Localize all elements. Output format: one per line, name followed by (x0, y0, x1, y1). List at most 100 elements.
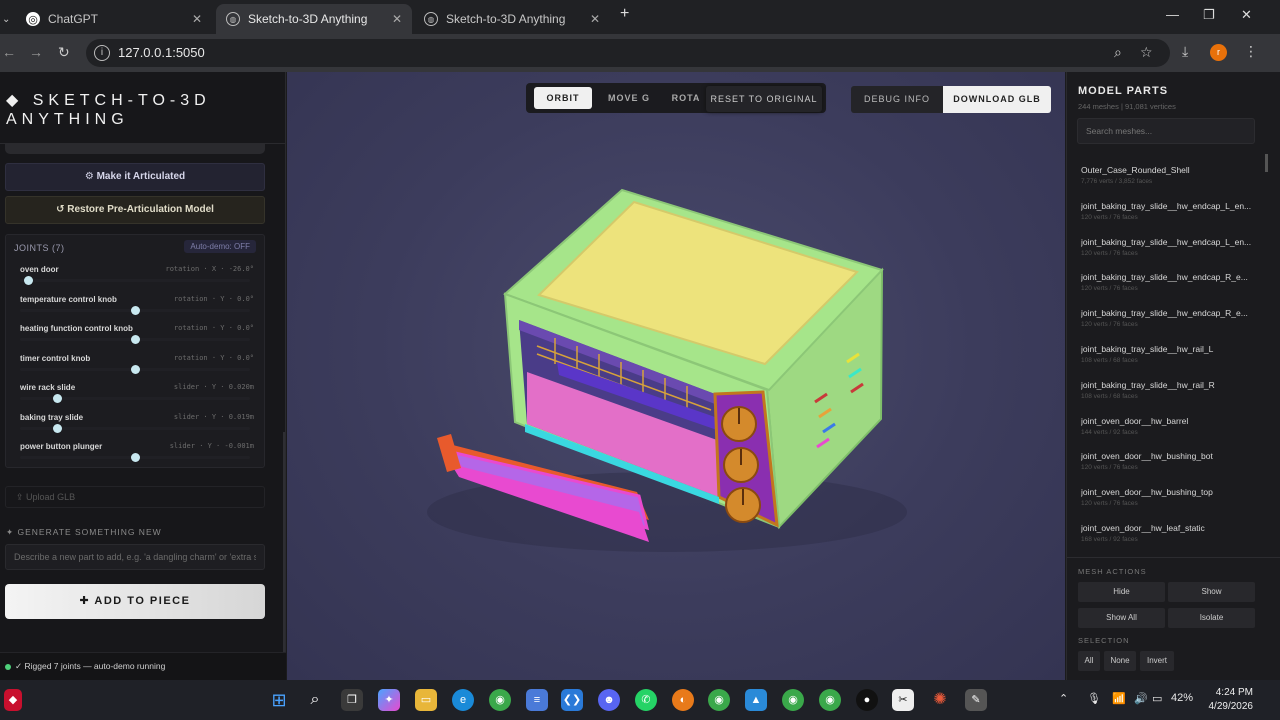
list-item[interactable]: joint_oven_door__hw_barrel 144 verts / 92… (1073, 407, 1265, 443)
back-icon[interactable]: ← (2, 44, 16, 60)
make-articulated-button[interactable]: ⚙ Make it Articulated (5, 163, 265, 191)
joint-slider-handle[interactable] (130, 364, 140, 374)
start-icon[interactable]: ⊞ (268, 689, 290, 711)
task-view-icon[interactable]: ❐ (341, 689, 363, 711)
joint-slider-handle[interactable] (130, 335, 140, 344)
new-tab-button[interactable]: + (620, 5, 629, 23)
list-item[interactable]: joint_baking_tray_slide__hw_endcap_L_en.… (1073, 192, 1265, 228)
brand-line-2: ANYTHING (6, 111, 129, 128)
auto-demo-toggle[interactable]: Auto-demo: OFF (184, 240, 256, 253)
generate-title: ✦ GENERATE SOMETHING NEW (6, 527, 162, 537)
mesh-name: joint_baking_tray_slide__hw_endcap_L_en.… (1081, 236, 1252, 247)
copilot-icon[interactable]: ✦ (378, 689, 400, 711)
oven-model[interactable] (287, 72, 1065, 680)
discord-icon[interactable]: ☻ (598, 689, 620, 711)
download-glb-button[interactable]: DOWNLOAD GLB (943, 86, 1051, 113)
select-all-button[interactable]: All (1078, 651, 1100, 671)
list-item[interactable]: joint_oven_door__hw_bushing_bot 120 verts… (1073, 442, 1265, 478)
chrome-active-icon[interactable]: ◉ (708, 689, 730, 711)
bookmark-star-icon[interactable]: ☆ (1140, 44, 1153, 61)
joint-slider-handle[interactable] (130, 453, 140, 462)
battery-icon[interactable]: ▭ (1152, 692, 1162, 705)
microphone-icon[interactable]: 🎙 (1087, 692, 1101, 705)
claude-icon[interactable]: ✺ (929, 689, 951, 711)
list-item[interactable]: joint_oven_door__hw_leaf_static 168 verts… (1073, 514, 1265, 550)
isolate-button[interactable]: Isolate (1168, 608, 1255, 628)
edge-icon[interactable]: e (452, 689, 474, 711)
file-explorer-icon[interactable]: ▭ (415, 689, 437, 711)
mode-orbit[interactable]: ORBIT (534, 87, 592, 109)
mesh-list-scrollbar[interactable] (1265, 154, 1268, 172)
list-item[interactable]: joint_baking_tray_slide__hw_rail_L 108 ve… (1073, 335, 1265, 371)
joint-slider-handle[interactable] (53, 423, 63, 433)
minimize-icon[interactable]: — (1166, 7, 1179, 22)
show-all-button[interactable]: Show All (1078, 608, 1165, 628)
avatar[interactable]: r (1210, 44, 1227, 61)
model-parts-panel: MODEL PARTS 244 meshes | 91,081 vertices… (1066, 72, 1280, 680)
more-menu-icon[interactable]: ⋮ (1244, 43, 1258, 60)
mesh-stats: 108 verts / 68 faces (1081, 356, 1138, 364)
joint-slider-handle[interactable] (53, 394, 63, 403)
tab-chatgpt[interactable]: ◎ ChatGPT ✕ (16, 4, 212, 34)
chatgpt-icon: ◎ (26, 12, 40, 26)
tab-sketch[interactable]: ◍ Sketch-to-3D Anything ✕ (414, 4, 610, 34)
forward-icon[interactable]: → (29, 44, 43, 60)
list-item[interactable]: Outer_Case_Rounded_Shell 7,776 verts / 3,… (1073, 156, 1265, 192)
search-icon[interactable]: ⌕ (304, 689, 326, 711)
chrome-icon[interactable]: ◉ (489, 689, 511, 711)
upload-glb-button[interactable]: ⇪ Upload GLB (5, 486, 265, 508)
mode-move[interactable]: MOVE G (598, 87, 660, 109)
list-item[interactable]: joint_baking_tray_slide__hw_endcap_R_e..… (1073, 299, 1265, 335)
debug-info-button[interactable]: DEBUG INFO (851, 86, 943, 113)
volume-icon[interactable]: 🔊 (1134, 692, 1148, 705)
blender-icon[interactable]: ◐ (672, 689, 694, 711)
chrome-profile-icon[interactable]: ◉ (782, 689, 804, 711)
restore-icon[interactable]: ❐ (1203, 7, 1215, 23)
address-bar[interactable]: i 127.0.0.1:5050 ⌕ ☆ (86, 39, 1170, 67)
capcut-icon[interactable]: ✂ (892, 689, 914, 711)
mesh-search-input[interactable] (1077, 118, 1255, 144)
close-icon[interactable]: ✕ (590, 12, 600, 26)
wifi-icon[interactable]: 📶 (1112, 692, 1126, 705)
tab-sketch-active[interactable]: ◍ Sketch-to-3D Anything ✕ (216, 4, 412, 34)
close-icon[interactable]: ✕ (192, 12, 202, 26)
close-icon[interactable]: ✕ (392, 12, 402, 26)
site-info-icon[interactable]: i (94, 45, 110, 61)
restore-model-button[interactable]: ↺ Restore Pre-Articulation Model (5, 196, 265, 224)
list-item[interactable]: joint_baking_tray_slide__hw_endcap_L_en.… (1073, 228, 1265, 264)
joint-row: temperature control knob rotation · Y · 0… (12, 295, 258, 321)
tab-search-button[interactable]: ⌄ (0, 4, 14, 34)
nba-icon[interactable]: ◆ (4, 689, 22, 711)
chevron-up-icon[interactable]: ⌃ (1059, 692, 1068, 705)
show-button[interactable]: Show (1168, 582, 1255, 602)
generate-prompt-input[interactable] (5, 544, 265, 570)
reload-icon[interactable]: ↻ (58, 44, 70, 61)
photos-icon[interactable]: ▲ (745, 689, 767, 711)
joint-slider-handle[interactable] (24, 276, 34, 285)
close-window-icon[interactable]: ✕ (1241, 7, 1252, 23)
reset-to-original-button[interactable]: RESET TO ORIGINAL (706, 86, 822, 112)
joint-name: temperature control knob (20, 294, 117, 304)
whatsapp-icon[interactable]: ✆ (635, 689, 657, 711)
mesh-list: Outer_Case_Rounded_Shell 7,776 verts / 3,… (1073, 156, 1265, 556)
hide-button[interactable]: Hide (1078, 582, 1165, 602)
list-item[interactable]: joint_oven_door__hw_bushing_top 120 verts… (1073, 478, 1265, 514)
notepad-icon[interactable]: ≡ (526, 689, 548, 711)
vscode-icon[interactable]: ❮❯ (561, 689, 583, 711)
select-none-button[interactable]: None (1104, 651, 1136, 671)
github-icon[interactable]: ● (856, 689, 878, 711)
joint-slider-handle[interactable] (130, 305, 140, 315)
system-clock[interactable]: 4:24 PM 4/29/2026 (1205, 686, 1254, 714)
mode-rotate[interactable]: ROTA (666, 87, 706, 109)
select-invert-button[interactable]: Invert (1140, 651, 1174, 671)
add-to-piece-button[interactable]: ✚ ADD TO PIECE (5, 584, 265, 619)
3d-viewport[interactable]: ORBIT MOVE G ROTA RESET TO ORIGINAL DEBU… (287, 72, 1065, 680)
list-item[interactable]: joint_baking_tray_slide__hw_rail_R 108 ve… (1073, 371, 1265, 407)
snipping-tool-icon[interactable]: ✎ (965, 689, 987, 711)
left-scrollbar[interactable] (283, 432, 285, 680)
download-icon[interactable]: ⤓ (1182, 43, 1188, 60)
zoom-icon[interactable]: ⌕ (1114, 44, 1122, 61)
joint-slider-track[interactable] (20, 279, 250, 282)
chrome-profile-2-icon[interactable]: ◉ (819, 689, 841, 711)
list-item[interactable]: joint_baking_tray_slide__hw_endcap_R_e..… (1073, 263, 1265, 299)
